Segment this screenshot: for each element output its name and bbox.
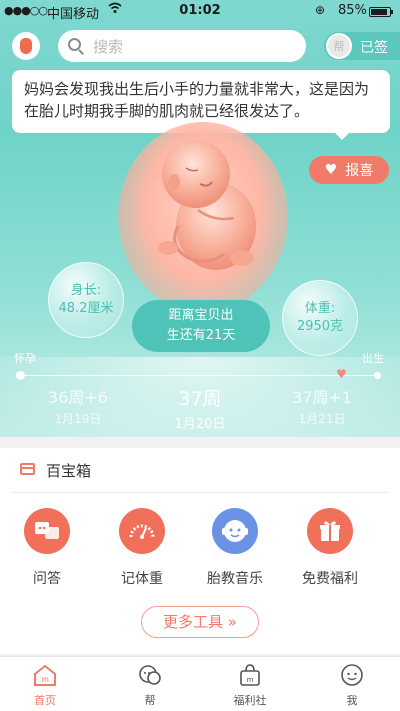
tool-gift-label: 免费福利 bbox=[302, 571, 358, 587]
weight-label: 体重: bbox=[304, 301, 336, 316]
search-bar[interactable]: 搜索 bbox=[58, 30, 306, 62]
fetus-illustration bbox=[158, 140, 256, 270]
logo-icon bbox=[20, 38, 32, 54]
tab-me[interactable]: 我 bbox=[312, 663, 392, 708]
battery-icon bbox=[369, 7, 393, 17]
length-label: 身长: bbox=[70, 283, 102, 298]
week-prev-label: 36周+6 bbox=[48, 388, 108, 407]
week-next-date: 1月21日 bbox=[298, 412, 346, 426]
qa-icon bbox=[24, 508, 70, 554]
tab-bar: m 首页 帮 m 福利社 我 bbox=[0, 656, 400, 711]
tool-music[interactable]: 胎教音乐 bbox=[190, 508, 280, 588]
scale-icon bbox=[119, 508, 165, 554]
top-bar: 搜索 帮 已签 bbox=[0, 28, 400, 64]
chat-icon bbox=[137, 663, 163, 687]
tab-me-label: 我 bbox=[346, 694, 358, 707]
due-countdown[interactable]: 距离宝贝出 生还有21天 bbox=[132, 300, 270, 352]
timeline-end-dot bbox=[374, 372, 381, 379]
tool-weight-label: 记体重 bbox=[121, 571, 163, 587]
checkin-button[interactable]: 帮 已签 bbox=[324, 32, 400, 60]
toolbox-title: 百宝箱 bbox=[46, 462, 92, 480]
rotation-lock-icon: ⊕ bbox=[315, 3, 326, 17]
gift-icon bbox=[307, 508, 353, 554]
tool-gift[interactable]: 免费福利 bbox=[285, 508, 375, 588]
timeline-progress-heart-icon: ♥ bbox=[336, 367, 347, 381]
tab-welfare-label: 福利社 bbox=[233, 694, 267, 707]
due-line-1: 距离宝贝出 bbox=[168, 308, 234, 323]
app-logo-button[interactable] bbox=[12, 32, 40, 60]
tool-music-label: 胎教音乐 bbox=[207, 571, 263, 587]
length-bubble: 身长: 48.2厘米 bbox=[48, 262, 124, 338]
week-current[interactable]: 37周 1月20日 bbox=[150, 384, 250, 432]
profile-icon bbox=[339, 663, 365, 687]
hero-panel: ●●●○○ 中国移动 01:02 ⊕ 85% 搜索 帮 已签 妈妈会发现我出生后… bbox=[0, 0, 400, 437]
tab-help-label: 帮 bbox=[144, 694, 156, 707]
weight-bubble: 体重: 2950克 bbox=[282, 280, 358, 356]
timeline-start-dot bbox=[16, 371, 25, 380]
search-placeholder: 搜索 bbox=[93, 37, 124, 56]
baobao-label: 报喜 bbox=[345, 163, 374, 179]
tool-qa-label: 问答 bbox=[33, 571, 61, 587]
timeline-end-label: 出生 bbox=[362, 352, 384, 365]
search-icon bbox=[68, 37, 85, 55]
length-value: 48.2厘米 bbox=[58, 301, 114, 316]
due-line-2: 生还有21天 bbox=[166, 328, 236, 343]
week-current-label: 37周 bbox=[178, 388, 222, 410]
toolbox-icon bbox=[20, 463, 35, 475]
week-next-label: 37周+1 bbox=[292, 388, 352, 407]
tab-home-label: 首页 bbox=[34, 694, 56, 707]
svg-text:m: m bbox=[41, 675, 49, 684]
more-tools-button[interactable]: 更多工具 » bbox=[141, 606, 259, 638]
timeline-start-label: 怀孕 bbox=[14, 352, 36, 365]
status-bar: ●●●○○ 中国移动 01:02 ⊕ 85% bbox=[0, 0, 400, 22]
svg-text:m: m bbox=[247, 676, 254, 684]
battery-percent: 85% bbox=[338, 3, 367, 18]
tip-text: 妈妈会发现我出生后小手的力量就非常大，这是因为在胎儿时期我手脚的肌肉就已经很发达… bbox=[24, 80, 370, 120]
tool-qa[interactable]: 问答 bbox=[2, 508, 92, 588]
divider bbox=[12, 492, 388, 493]
baobao-button[interactable]: ♥ 报喜 bbox=[309, 156, 389, 184]
tab-welfare[interactable]: m 福利社 bbox=[210, 663, 290, 708]
checkin-label: 已签 bbox=[360, 40, 388, 56]
timeline-track bbox=[20, 375, 378, 376]
tab-help[interactable]: 帮 bbox=[110, 663, 190, 708]
tip-tail bbox=[334, 132, 350, 140]
toolbox-section: 百宝箱 问答 记体重 胎教音乐 免费福利 更多工具 » bbox=[0, 448, 400, 654]
week-next[interactable]: 37周+1 1月21日 bbox=[272, 384, 372, 427]
music-baby-icon bbox=[212, 508, 258, 554]
home-icon: m bbox=[32, 663, 58, 687]
toolbox-header: 百宝箱 bbox=[0, 448, 400, 492]
bag-icon: m bbox=[237, 663, 263, 687]
tool-weight[interactable]: 记体重 bbox=[97, 508, 187, 588]
heart-icon: ♥ bbox=[324, 162, 338, 178]
week-prev[interactable]: 36周+6 1月19日 bbox=[28, 384, 128, 427]
checkin-icon: 帮 bbox=[326, 33, 352, 59]
tab-home[interactable]: m 首页 bbox=[5, 663, 85, 708]
weight-value: 2950克 bbox=[296, 319, 344, 334]
week-prev-date: 1月19日 bbox=[54, 412, 102, 426]
week-current-date: 1月20日 bbox=[174, 417, 226, 432]
